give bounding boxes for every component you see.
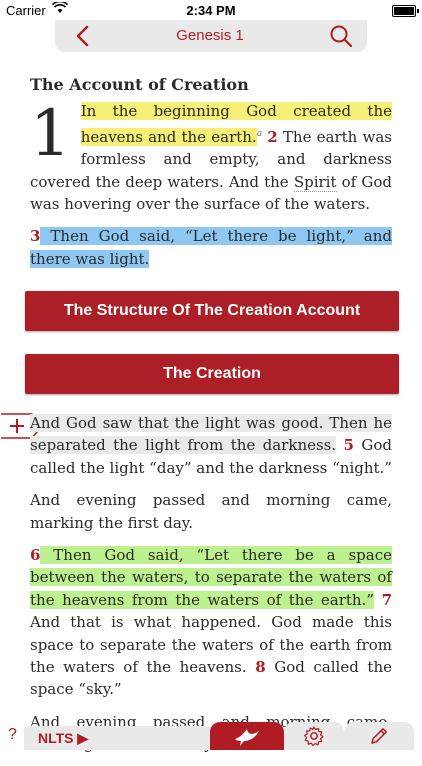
- tab-settings[interactable]: [284, 722, 344, 750]
- book-chapter-selector[interactable]: Genesis 1: [125, 20, 295, 52]
- verse-6-text[interactable]: Then God said, “Let there be a space bet…: [30, 546, 392, 609]
- footnote-marker[interactable]: a: [257, 129, 262, 139]
- structure-of-creation-button[interactable]: The Structure Of The Creation Account: [25, 291, 399, 331]
- word-link-spirit[interactable]: Spirit: [293, 172, 337, 192]
- the-creation-button[interactable]: The Creation: [25, 354, 399, 394]
- pencil-icon: [371, 728, 387, 744]
- search-button[interactable]: [329, 24, 353, 48]
- bottom-toolbar: NLTS ▶ ?: [0, 720, 422, 750]
- scripture-text-continued: And God saw that the light was good. The…: [30, 412, 392, 766]
- help-button[interactable]: ?: [8, 726, 17, 744]
- verse-5-number: 5: [343, 436, 354, 455]
- paragraph-1: 1 In the beginning God created the heave…: [30, 100, 392, 215]
- verse-2-number: 2: [267, 127, 278, 146]
- paragraph-4[interactable]: And evening passed and morning came, mar…: [30, 489, 392, 534]
- back-chevron-icon: [76, 25, 89, 47]
- search-icon: [330, 25, 353, 48]
- section-heading: The Account of Creation: [30, 75, 249, 94]
- bird-icon: [235, 729, 259, 746]
- tab-reading[interactable]: [210, 722, 284, 750]
- battery-icon: [392, 5, 419, 17]
- verse-6-number: 6: [30, 546, 41, 565]
- verse-8-number: 8: [255, 658, 266, 677]
- status-bar: Carrier 2:34 PM: [0, 0, 422, 20]
- gear-icon: [304, 726, 324, 747]
- tab-notes[interactable]: [344, 722, 414, 750]
- navigation-bar: Genesis 1: [55, 20, 367, 52]
- verse-7-number: 7: [381, 590, 392, 609]
- verse-3-text[interactable]: Then God said, “Let there be light,” and…: [30, 227, 392, 268]
- verse-3-number: 3: [30, 227, 41, 246]
- clock: 2:34 PM: [186, 3, 236, 18]
- paragraph-3: And God saw that the light was good. The…: [30, 412, 392, 479]
- paragraph-2: 3 Then God said, “Let there be light,” a…: [30, 225, 392, 270]
- scripture-text: The Account of Creation 1 In the beginni…: [30, 74, 392, 280]
- verse-4-text[interactable]: And God saw that the light was good. The…: [30, 414, 392, 455]
- back-button[interactable]: [69, 22, 97, 50]
- paragraph-5: 6 Then God said, “Let there be a space b…: [30, 544, 392, 701]
- chapter-number: 1: [30, 97, 71, 172]
- translation-selector[interactable]: NLTS ▶: [24, 726, 218, 750]
